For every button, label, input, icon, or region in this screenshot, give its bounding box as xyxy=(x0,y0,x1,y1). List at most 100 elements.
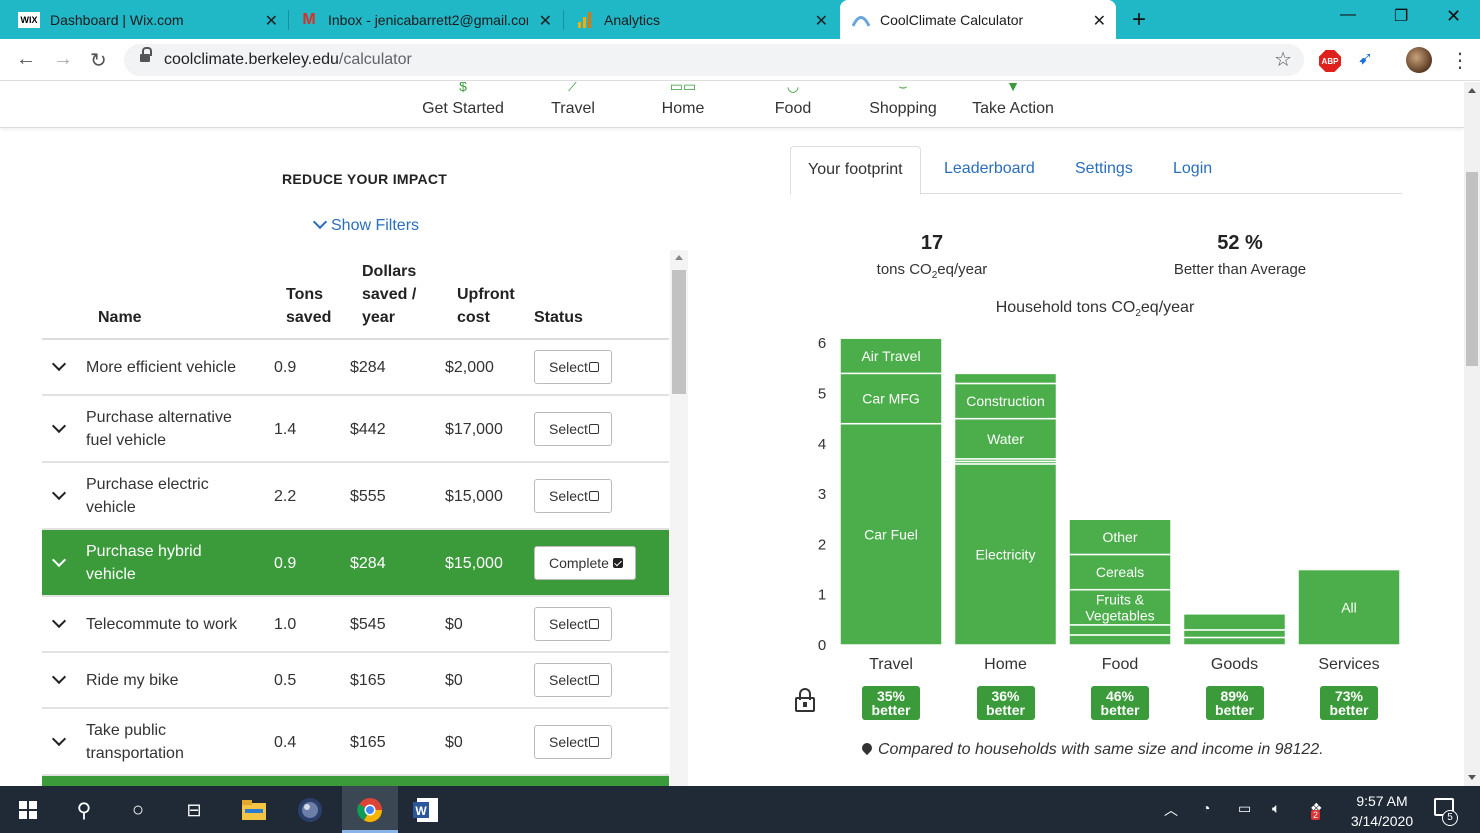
chrome-icon[interactable] xyxy=(356,796,384,824)
forward-arrow-icon[interactable]: → xyxy=(53,48,73,71)
show-filters-label: Show Filters xyxy=(331,217,420,234)
col-dollars-line2[interactable]: saved / xyxy=(362,283,416,306)
close-icon[interactable]: ✕ xyxy=(539,11,552,31)
badge-label: better xyxy=(1100,702,1140,718)
restore-icon[interactable]: ❐ xyxy=(1394,6,1408,26)
tons-saved: 0.9 xyxy=(274,555,297,572)
checkbox-icon xyxy=(588,619,599,629)
chevron-down-icon[interactable] xyxy=(51,669,67,685)
select-button[interactable]: Select xyxy=(534,725,612,759)
status-label: Select xyxy=(549,421,588,437)
browser-menu-icon[interactable]: ⋮ xyxy=(1450,48,1470,73)
col-tons-line2[interactable]: saved xyxy=(286,306,331,329)
chevron-down-icon[interactable] xyxy=(51,356,67,372)
select-button[interactable]: Select xyxy=(534,663,612,697)
notification-count: 5 xyxy=(1442,810,1458,826)
back-arrow-icon[interactable]: ← xyxy=(16,48,36,71)
nav-shopping[interactable]: Shopping xyxy=(848,100,958,118)
scroll-up-icon[interactable] xyxy=(675,255,683,260)
nav-food[interactable]: Food xyxy=(738,100,848,118)
y-tick-label: 5 xyxy=(818,386,826,403)
window-close-icon[interactable]: ✕ xyxy=(1446,6,1461,27)
col-tons-line1[interactable]: Tons xyxy=(286,283,323,306)
y-tick-label: 3 xyxy=(818,486,826,503)
volume-icon[interactable]: 🔈︎ xyxy=(1272,800,1280,817)
cortana-icon[interactable]: ○ xyxy=(124,796,152,824)
scroll-down-icon[interactable] xyxy=(1468,775,1476,780)
chevron-down-icon[interactable] xyxy=(51,731,67,747)
nav-home[interactable]: Home xyxy=(628,100,738,118)
nav-travel[interactable]: Travel xyxy=(518,100,628,118)
table-row[interactable]: More efficient vehicle 0.9 $284 $2,000 S… xyxy=(42,340,669,396)
tab-leaderboard[interactable]: Leaderboard xyxy=(944,146,1035,194)
adblock-icon[interactable]: ABP xyxy=(1319,50,1341,72)
col-status[interactable]: Status xyxy=(534,306,583,329)
nav-get-started[interactable]: Get Started xyxy=(408,100,518,118)
lock-icon[interactable] xyxy=(795,688,815,712)
tab-your-footprint[interactable]: Your footprint xyxy=(790,146,921,195)
select-button[interactable]: Select xyxy=(534,479,612,513)
col-dollars-line1[interactable]: Dollars xyxy=(362,260,416,283)
scroll-up-icon[interactable] xyxy=(1468,88,1476,93)
table-scrollbar[interactable] xyxy=(670,250,688,786)
close-icon[interactable]: ✕ xyxy=(815,11,828,31)
table-row-completed[interactable]: Purchase hybrid vehicle 0.9 $284 $15,000… xyxy=(42,530,669,597)
total-footprint-unit: tons CO2eq/year xyxy=(876,261,988,281)
table-row[interactable]: Purchase alternative fuel vehicle 1.4 $4… xyxy=(42,396,669,463)
tab-settings[interactable]: Settings xyxy=(1075,146,1133,194)
chevron-down-icon[interactable] xyxy=(51,418,67,434)
reload-icon[interactable]: ↻ xyxy=(90,48,107,73)
profile-avatar[interactable] xyxy=(1406,47,1432,73)
table-row[interactable]: Ride my bike 0.5 $165 $0 Select xyxy=(42,653,669,709)
task-view-icon[interactable]: ⊟ xyxy=(180,796,208,824)
close-icon[interactable]: ✕ xyxy=(1093,11,1106,31)
select-button[interactable]: Select xyxy=(534,412,612,446)
tab-wix-dashboard[interactable]: WIX Dashboard | Wix.com ✕ xyxy=(18,0,288,39)
system-clock[interactable]: 9:57 AM 3/14/2020 xyxy=(1340,791,1424,831)
url-input[interactable]: coolclimate.berkeley.edu/calculator ☆ xyxy=(124,44,1304,76)
col-upfront-line1[interactable]: Upfront xyxy=(457,283,515,306)
new-tab-button[interactable]: + xyxy=(1132,6,1146,34)
word-icon[interactable]: W xyxy=(412,796,440,824)
wifi-icon[interactable]: ◔ xyxy=(1202,800,1210,816)
badge-percent: 46% xyxy=(1105,688,1135,704)
tab-gmail-inbox[interactable]: M Inbox - jenicabarrett2@gmail.cor ✕ xyxy=(300,0,562,39)
minimize-icon[interactable]: — xyxy=(1340,6,1356,24)
page-scrollbar[interactable] xyxy=(1464,82,1480,786)
category-label: Services xyxy=(1318,656,1379,672)
tab-coolclimate[interactable]: CoolClimate Calculator ✕ xyxy=(840,0,1116,39)
app-icon[interactable] xyxy=(296,796,324,824)
table-row[interactable]: Take public transportation 0.4 $165 $0 S… xyxy=(42,709,669,776)
select-button[interactable]: Select xyxy=(534,607,612,641)
close-icon[interactable]: ✕ xyxy=(265,11,278,31)
extension-icon[interactable]: ➹ xyxy=(1358,48,1373,69)
table-row[interactable]: Telecommute to work 1.0 $545 $0 Select xyxy=(42,597,669,653)
windows-start-icon[interactable] xyxy=(14,796,42,824)
file-explorer-icon[interactable] xyxy=(240,796,268,824)
tons-saved: 1.0 xyxy=(274,616,297,633)
tab-analytics[interactable]: Analytics ✕ xyxy=(576,0,838,39)
bookmark-star-icon[interactable]: ☆ xyxy=(1274,47,1292,72)
table-row[interactable]: Purchase electric vehicle 2.2 $555 $15,0… xyxy=(42,463,669,530)
nav-take-action[interactable]: Take Action xyxy=(958,100,1068,118)
scrollbar-thumb[interactable] xyxy=(672,270,686,394)
battery-icon[interactable]: ▭ xyxy=(1238,800,1251,817)
badge-percent: 73% xyxy=(1334,688,1364,704)
select-button[interactable]: Select xyxy=(534,350,612,384)
col-name[interactable]: Name xyxy=(98,306,142,329)
chevron-down-icon[interactable] xyxy=(51,485,67,501)
chevron-down-icon[interactable] xyxy=(51,613,67,629)
scrollbar-thumb[interactable] xyxy=(1466,172,1478,366)
search-icon[interactable]: ⚲ xyxy=(70,796,98,824)
bar-segment xyxy=(1068,624,1172,636)
chevron-down-icon[interactable] xyxy=(51,552,67,568)
segment-label: Fruits & xyxy=(1096,591,1145,607)
show-filters-link[interactable]: Show Filters xyxy=(312,214,420,235)
col-dollars-line3[interactable]: year xyxy=(362,306,395,329)
complete-button[interactable]: Complete xyxy=(534,546,636,580)
y-tick-label: 6 xyxy=(818,335,826,352)
upfront-cost: $0 xyxy=(445,672,463,689)
col-upfront-line2[interactable]: cost xyxy=(457,306,490,329)
chevron-up-icon[interactable]: ︿ xyxy=(1164,800,1178,820)
tab-login[interactable]: Login xyxy=(1173,146,1212,194)
